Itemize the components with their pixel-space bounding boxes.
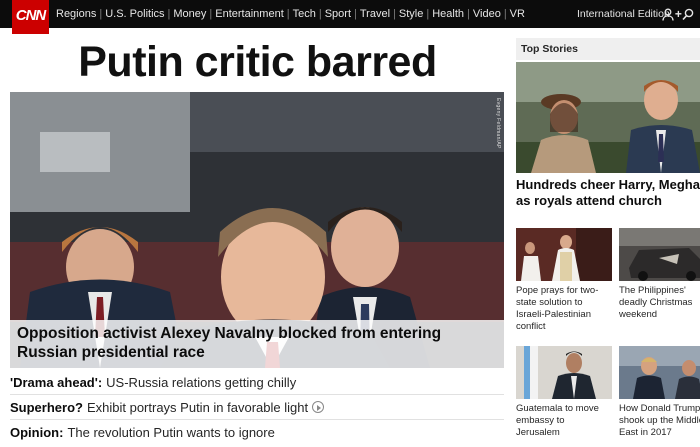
story-card-guatemala[interactable]: Guatemala to move embassy to Jerusalem xyxy=(516,346,612,439)
nav-separator: | xyxy=(467,8,470,20)
logo-text: CNN xyxy=(15,7,46,24)
nav-separator: | xyxy=(354,8,357,20)
philippines-photo xyxy=(619,228,700,281)
story-thumbnail xyxy=(516,228,612,281)
pope-photo xyxy=(516,228,612,281)
cnn-logo[interactable]: CNN xyxy=(12,0,49,34)
top-nav-bar: Regions | U.S. Politics | Money | Entertain… xyxy=(0,0,700,28)
top-stories: Top Stories Hundreds cheer Harry, Meghan… xyxy=(516,38,700,438)
top-story-title[interactable]: Hundreds cheer Harry, Meghan as royals a… xyxy=(516,177,700,209)
story-text: US-Russia relations getting chilly xyxy=(106,374,297,390)
edition-label: International Edition xyxy=(577,8,670,20)
guatemala-photo xyxy=(516,346,612,399)
hero-caption[interactable]: Opposition activist Alexey Navalny block… xyxy=(10,320,504,368)
trump-photo xyxy=(619,346,700,399)
story-thumbnail xyxy=(619,228,700,281)
play-video-icon xyxy=(312,401,325,413)
nav-item-sport[interactable]: Sport xyxy=(325,8,351,20)
story-lead: Superhero? xyxy=(10,399,83,415)
nav-item-travel[interactable]: Travel xyxy=(360,8,390,20)
nav-separator: | xyxy=(167,8,171,20)
nav-separator: | xyxy=(209,8,213,20)
caption-line: How Donald Trump xyxy=(619,403,700,414)
story-card-caption: Guatemala to move embassy to Jerusalem xyxy=(516,403,612,439)
nav-icons xyxy=(662,0,694,28)
caption-line: Israeli-Palestinian xyxy=(516,309,591,320)
caption-line: Guatemala to move xyxy=(516,403,599,414)
caption-line: weekend xyxy=(619,309,658,320)
list-item[interactable]: 'Drama ahead': US-Russia relations getti… xyxy=(10,370,504,395)
royals-photo xyxy=(516,62,700,173)
caption-line: deadly Christmas xyxy=(619,297,693,308)
story-list: 'Drama ahead': US-Russia relations getti… xyxy=(10,370,504,445)
nav-separator: | xyxy=(426,8,430,20)
nav-item-video[interactable]: Video xyxy=(473,8,501,20)
top-story-title-line: Hundreds cheer Harry, Meghan xyxy=(516,177,700,192)
story-text: The revolution Putin wants to ignore xyxy=(67,425,275,440)
nav-separator: | xyxy=(393,8,396,20)
photo-credit: Evgeny Feldman/AP xyxy=(495,98,501,149)
caption-line: Jerusalem xyxy=(516,427,560,438)
caption-line: embassy to xyxy=(516,415,565,426)
nav-item-regions[interactable]: Regions xyxy=(56,8,96,20)
nav-item-health[interactable]: Health xyxy=(432,8,464,20)
nav-separator: | xyxy=(99,8,103,20)
caption-line: The Philippines' xyxy=(619,285,686,296)
nav-item-money[interactable]: Money xyxy=(173,8,206,20)
story-card-trump-middle-east[interactable]: How Donald Trump shook up the Middle Eas… xyxy=(619,346,700,439)
nav-separator: | xyxy=(318,8,322,20)
story-lead: 'Drama ahead': xyxy=(10,374,103,390)
story-text: Exhibit portrays Putin in favorable ligh… xyxy=(86,399,309,415)
nav-item-us-politics[interactable]: U.S. Politics xyxy=(105,8,164,20)
nav-item-style[interactable]: Style xyxy=(399,8,423,20)
user-icon[interactable] xyxy=(662,8,674,21)
caption-line: East in 2017 xyxy=(619,427,672,438)
nav-item-vr[interactable]: VR xyxy=(510,8,525,20)
list-item[interactable]: Superhero? Exhibit portrays Putin in fav… xyxy=(10,395,504,420)
search-icon[interactable] xyxy=(682,8,694,21)
section-nav: Regions | U.S. Politics | Money | Entertain… xyxy=(56,0,525,28)
top-stories-heading: Top Stories xyxy=(516,38,700,60)
story-card-caption: Pope prays for two- state solution to Is… xyxy=(516,285,612,333)
nav-item-entertainment[interactable]: Entertainment xyxy=(215,8,283,20)
caption-line: shook up the Middle xyxy=(619,415,700,426)
top-story-image[interactable] xyxy=(516,62,700,173)
story-thumbnail xyxy=(619,346,700,399)
nav-separator: | xyxy=(503,8,507,20)
list-item[interactable]: Opinion: The revolution Putin wants to i… xyxy=(10,420,504,445)
caption-line: Pope prays for two- xyxy=(516,285,599,296)
story-card-caption: How Donald Trump shook up the Middle Eas… xyxy=(619,403,700,439)
hero-story[interactable]: Evgeny Feldman/AP Opposition activist Al… xyxy=(10,92,504,368)
story-card-caption: The Philippines' deadly Christmas weeken… xyxy=(619,285,700,321)
story-lead: Opinion: xyxy=(10,425,64,440)
story-card-pope[interactable]: Pope prays for two- state solution to Is… xyxy=(516,228,612,333)
top-story-title-line: as royals attend church xyxy=(516,193,662,208)
story-thumbnail xyxy=(516,346,612,399)
nav-item-tech[interactable]: Tech xyxy=(293,8,316,20)
page-headline[interactable]: Putin critic barred xyxy=(0,36,515,88)
story-card-philippines[interactable]: The Philippines' deadly Christmas weeken… xyxy=(619,228,700,321)
caption-line: conflict xyxy=(516,321,546,332)
nav-separator: | xyxy=(286,8,290,20)
caption-line: state solution to xyxy=(516,297,583,308)
